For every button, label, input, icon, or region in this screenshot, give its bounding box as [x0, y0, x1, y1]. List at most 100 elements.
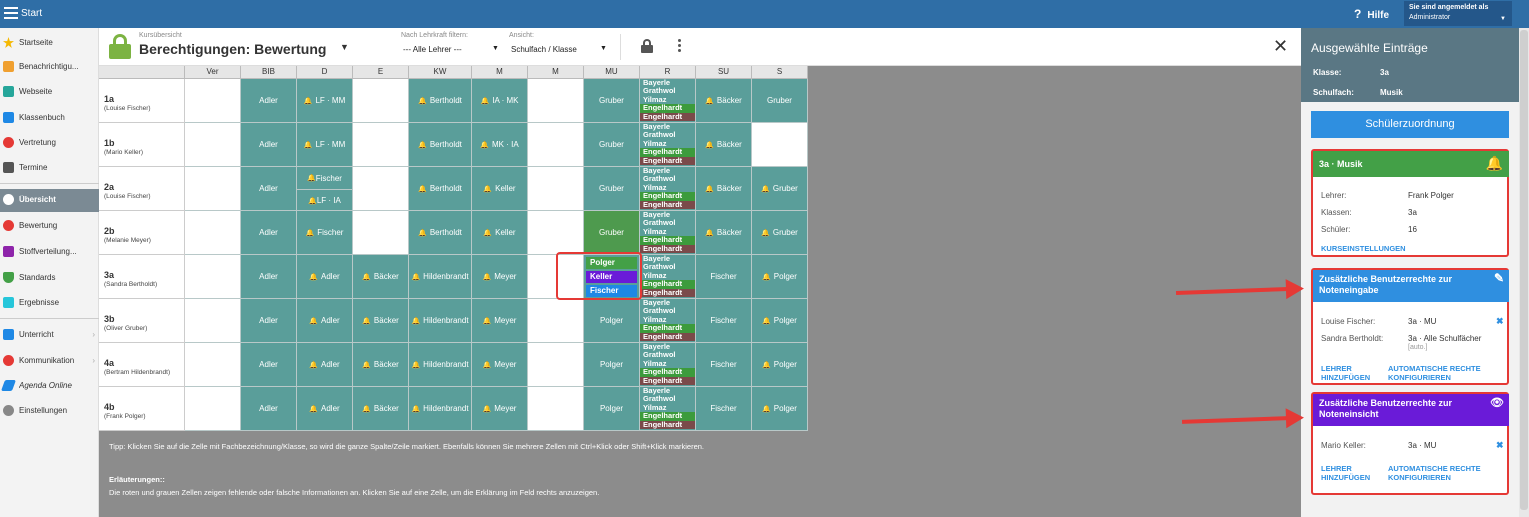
grid-cell[interactable]: Fischer — [696, 299, 752, 343]
grid-cell[interactable]: 🔔 Fischer — [297, 211, 353, 255]
grid-cell[interactable]: Bayerle Grathwol Yilmaz Engelhardt Engelhard… — [640, 79, 696, 123]
sidebar-item-kommunikation[interactable]: Kommunikation › — [0, 350, 99, 372]
grid-cell[interactable]: Adler — [241, 211, 297, 255]
grid-cell[interactable]: Polger — [584, 387, 640, 431]
sidebar-item-einstellungen[interactable]: Einstellungen — [0, 400, 99, 422]
remove-icon[interactable]: ✖ — [1496, 316, 1504, 327]
bell-icon[interactable]: 🔔 — [1486, 154, 1503, 172]
user-menu[interactable]: Sie sind angemeldet als Administrator ▼ — [1404, 1, 1512, 26]
grid-cell[interactable]: 🔔 Polger — [752, 299, 808, 343]
column-header[interactable]: M — [528, 66, 584, 79]
grid-cell[interactable] — [528, 167, 584, 211]
grid-cell[interactable]: Bayerle Grathwol Yilmaz Engelhardt Engelhard… — [640, 123, 696, 167]
grid-cell[interactable]: 🔔 Bertholdt — [409, 79, 472, 123]
grid-cell[interactable] — [185, 123, 241, 167]
grid-cell[interactable]: 🔔 Fischer 🔔 LF · IA — [297, 167, 353, 211]
grid-cell[interactable] — [185, 343, 241, 387]
grid-cell[interactable]: 🔔 Hildenbrandt — [409, 387, 472, 431]
page-title[interactable]: Berechtigungen: Bewertung — [139, 41, 326, 57]
sidebar-item-uebersicht[interactable]: Übersicht — [0, 189, 99, 212]
grid-cell[interactable]: 🔔 Adler — [297, 343, 353, 387]
grid-cell[interactable]: 🔔 Hildenbrandt — [409, 343, 472, 387]
grid-cell[interactable]: 🔔 Bäcker — [696, 79, 752, 123]
pencil-icon[interactable]: ✎ — [1494, 272, 1504, 284]
grid-cell[interactable]: 🔔 MK · IA — [472, 123, 528, 167]
grid-cell[interactable]: 🔔 LF · MM — [297, 79, 353, 123]
column-header[interactable]: D — [297, 66, 353, 79]
grid-cell[interactable] — [185, 167, 241, 211]
row-header[interactable]: 2a (Louise Fischer) — [99, 167, 185, 211]
column-header[interactable]: M — [472, 66, 528, 79]
grid-cell[interactable]: Bayerle Grathwol Yilmaz Engelhardt Engelhard… — [640, 387, 696, 431]
grid-cell[interactable]: Gruber — [584, 167, 640, 211]
grid-cell[interactable]: Adler — [241, 255, 297, 299]
caret-down-icon[interactable]: ▼ — [600, 45, 607, 52]
grid-cell[interactable]: 🔔 Bäcker — [353, 299, 409, 343]
grid-cell[interactable]: 🔔 Bäcker — [696, 211, 752, 255]
grid-cell[interactable]: Adler — [241, 167, 297, 211]
sidebar-item-stoffverteilung[interactable]: Stoffverteilung... — [0, 241, 99, 263]
column-header[interactable]: R — [640, 66, 696, 79]
grid-cell[interactable]: 🔔 Keller — [472, 211, 528, 255]
grid-cell[interactable] — [528, 387, 584, 431]
grid-cell[interactable]: Bayerle Grathwol Yilmaz Engelhardt Engelhard… — [640, 211, 696, 255]
grid-cell[interactable]: 🔔 Bäcker — [353, 343, 409, 387]
grid-cell[interactable]: 🔔 IA · MK — [472, 79, 528, 123]
grid-cell[interactable]: Fischer — [696, 255, 752, 299]
grid-cell[interactable]: 🔔 Bäcker — [353, 255, 409, 299]
grid-cell[interactable]: 🔔 Hildenbrandt — [409, 299, 472, 343]
grid-cell[interactable]: Gruber — [752, 79, 808, 123]
column-header[interactable]: S — [752, 66, 808, 79]
row-header[interactable]: 3a (Sandra Bertholdt) — [99, 255, 185, 299]
grid-cell[interactable]: 🔔 Polger — [752, 343, 808, 387]
course-settings-link[interactable]: KURSEINSTELLUNGEN — [1321, 244, 1406, 253]
grid-cell[interactable]: Adler — [241, 387, 297, 431]
row-header[interactable]: 1b (Mario Keller) — [99, 123, 185, 167]
grid-cell[interactable] — [353, 79, 409, 123]
grid-cell[interactable]: Gruber — [584, 123, 640, 167]
grid-cell[interactable] — [353, 167, 409, 211]
grid-cell[interactable]: Gruber — [584, 79, 640, 123]
grid-cell[interactable]: Adler — [241, 299, 297, 343]
grid-cell[interactable]: 🔔 Meyer — [472, 343, 528, 387]
help-link[interactable]: ? Hilfe — [1354, 7, 1389, 21]
grid-cell[interactable]: Adler — [241, 79, 297, 123]
grid-cell[interactable]: Bayerle Grathwol Yilmaz Engelhardt Engelhard… — [640, 167, 696, 211]
grid-cell[interactable]: 🔔 Keller — [472, 167, 528, 211]
grid-cell[interactable]: 🔔 Bäcker — [696, 167, 752, 211]
eye-icon[interactable]: 👁 — [1490, 398, 1504, 409]
more-options-icon[interactable] — [678, 39, 682, 54]
sidebar-item-agenda-online[interactable]: Agenda Online — [0, 375, 99, 397]
grid-cell[interactable] — [752, 123, 808, 167]
row-header[interactable]: 4b (Frank Polger) — [99, 387, 185, 431]
grid-cell[interactable]: 🔔 Polger — [752, 387, 808, 431]
grid-cell[interactable]: 🔔 Adler — [297, 255, 353, 299]
column-header[interactable]: SU — [696, 66, 752, 79]
add-teacher-link[interactable]: LEHRER HINZUFÜGEN — [1321, 464, 1370, 482]
grid-cell[interactable]: 🔔 Bäcker — [696, 123, 752, 167]
grid-cell[interactable]: 🔔 Adler — [297, 387, 353, 431]
grid-cell[interactable] — [528, 343, 584, 387]
grid-cell[interactable]: Bayerle Grathwol Yilmaz Engelhardt Engelhard… — [640, 343, 696, 387]
row-header[interactable]: 2b (Melanie Meyer) — [99, 211, 185, 255]
grid-cell[interactable] — [353, 211, 409, 255]
column-header[interactable]: BIB — [241, 66, 297, 79]
grid-cell[interactable] — [185, 255, 241, 299]
grid-cell[interactable]: Adler — [241, 123, 297, 167]
sidebar-item-startseite[interactable]: Startseite — [0, 32, 99, 54]
column-header[interactable]: Ver — [185, 66, 241, 79]
column-header[interactable]: MU — [584, 66, 640, 79]
grid-cell[interactable]: Bayerle Grathwol Yilmaz Engelhardt Engelhard… — [640, 255, 696, 299]
grid-cell[interactable]: Bayerle Grathwol Yilmaz Engelhardt Engelhard… — [640, 299, 696, 343]
grid-cell[interactable]: 🔔 Adler — [297, 299, 353, 343]
grid-cell[interactable] — [528, 79, 584, 123]
row-header[interactable]: 4a (Bertram Hildenbrandt) — [99, 343, 185, 387]
start-link[interactable]: Start — [21, 8, 42, 19]
sidebar-item-termine[interactable]: Termine — [0, 157, 99, 179]
view-select[interactable]: Schulfach / Klasse — [511, 45, 577, 54]
grid-cell[interactable]: 🔔 Gruber — [752, 167, 808, 211]
grid-cell[interactable]: Adler — [241, 343, 297, 387]
grid-cell[interactable]: 🔔 Meyer — [472, 299, 528, 343]
remove-icon[interactable]: ✖ — [1496, 440, 1504, 451]
sidebar-item-webseite[interactable]: Webseite — [0, 81, 99, 103]
